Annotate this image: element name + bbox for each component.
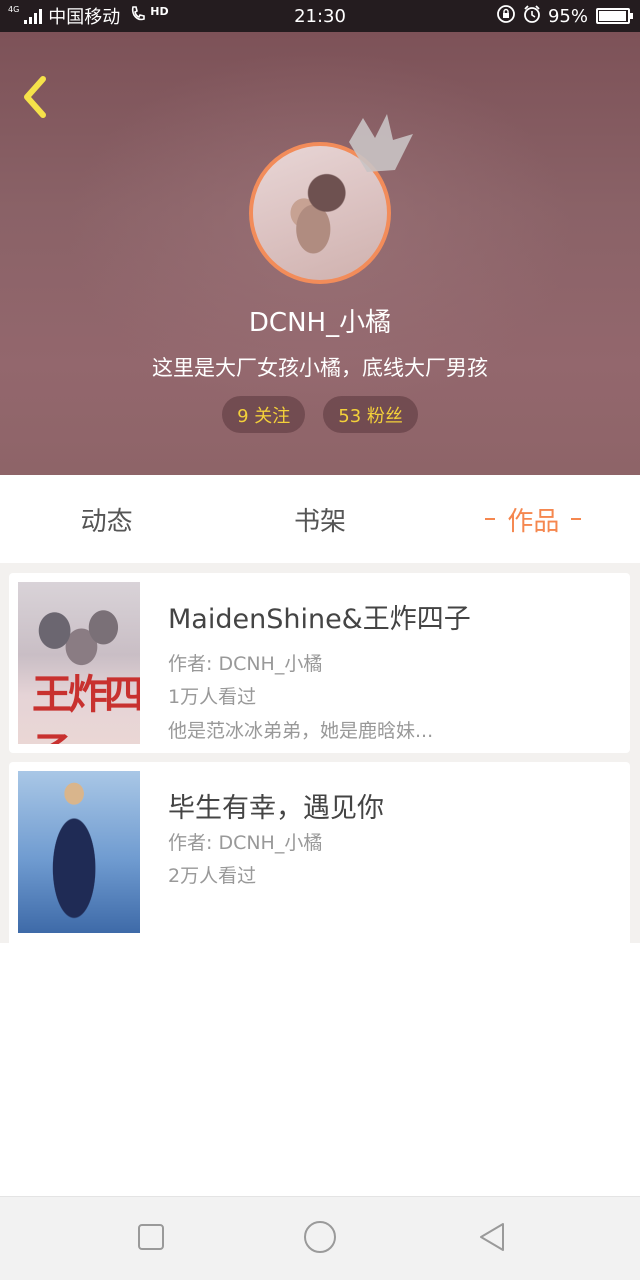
works-list: 王炸四子 MaidenShine&王炸四子 作者: DCNH_小橘 1万人看过 … bbox=[0, 563, 640, 943]
back-triangle-icon bbox=[477, 1221, 507, 1257]
tab-activity[interactable]: 动态 bbox=[0, 475, 213, 563]
home-icon bbox=[303, 1220, 337, 1258]
alarm-icon bbox=[522, 4, 542, 29]
recent-apps-icon bbox=[137, 1223, 165, 1255]
profile-stats: 9 关注 53 粉丝 bbox=[0, 396, 640, 433]
crown-icon bbox=[341, 112, 421, 182]
tab-works[interactable]: 作品 bbox=[427, 475, 640, 563]
book-cover: 王炸四子 bbox=[18, 582, 140, 744]
work-title: 毕生有幸，遇见你 bbox=[168, 793, 384, 824]
work-title: MaidenShine&王炸四子 bbox=[168, 604, 471, 635]
avatar-wrapper bbox=[249, 114, 413, 284]
book-cover bbox=[18, 771, 140, 933]
followers-pill[interactable]: 53 粉丝 bbox=[323, 396, 418, 433]
work-views: 2万人看过 bbox=[168, 865, 257, 887]
work-summary: 他是范冰冰弟弟，她是鹿晗妹... bbox=[168, 720, 434, 742]
back-button[interactable] bbox=[12, 74, 56, 124]
work-author: 作者: DCNH_小橘 bbox=[168, 832, 323, 854]
chevron-left-icon bbox=[19, 75, 49, 123]
system-nav-bar bbox=[0, 1196, 640, 1280]
tab-works-label: 作品 bbox=[507, 506, 560, 537]
username: DCNH_小橘 bbox=[248, 308, 392, 338]
back-nav-button[interactable] bbox=[472, 1219, 512, 1259]
following-pill[interactable]: 9 关注 bbox=[222, 396, 306, 433]
home-button[interactable] bbox=[300, 1219, 340, 1259]
status-right: 95% bbox=[496, 0, 633, 32]
tab-bookshelf[interactable]: 书架 bbox=[213, 475, 426, 563]
work-views: 1万人看过 bbox=[168, 686, 257, 708]
profile-bio: 这里是大厂女孩小橘，底线大厂男孩 bbox=[152, 356, 488, 380]
work-card[interactable]: 王炸四子 MaidenShine&王炸四子 作者: DCNH_小橘 1万人看过 … bbox=[9, 573, 630, 753]
tab-dash-right bbox=[571, 518, 582, 520]
recent-apps-button[interactable] bbox=[131, 1219, 171, 1259]
lock-rotation-icon bbox=[496, 4, 516, 29]
tab-bookshelf-label: 书架 bbox=[293, 506, 346, 537]
battery-icon bbox=[596, 8, 633, 24]
work-card[interactable]: 毕生有幸，遇见你 作者: DCNH_小橘 2万人看过 bbox=[9, 762, 630, 943]
profile-tabs: 动态 书架 作品 bbox=[0, 475, 640, 563]
cover-title-art: 王炸四子 bbox=[32, 671, 140, 744]
tab-dash-left bbox=[485, 518, 496, 520]
battery-percent: 95% bbox=[547, 5, 588, 27]
status-bar: 4G 中国移动 HD 21:30 95% bbox=[0, 0, 640, 32]
profile-header: DCNH_小橘 这里是大厂女孩小橘，底线大厂男孩 9 关注 53 粉丝 bbox=[0, 32, 640, 475]
tab-activity-label: 动态 bbox=[80, 506, 133, 537]
work-author: 作者: DCNH_小橘 bbox=[168, 653, 323, 675]
